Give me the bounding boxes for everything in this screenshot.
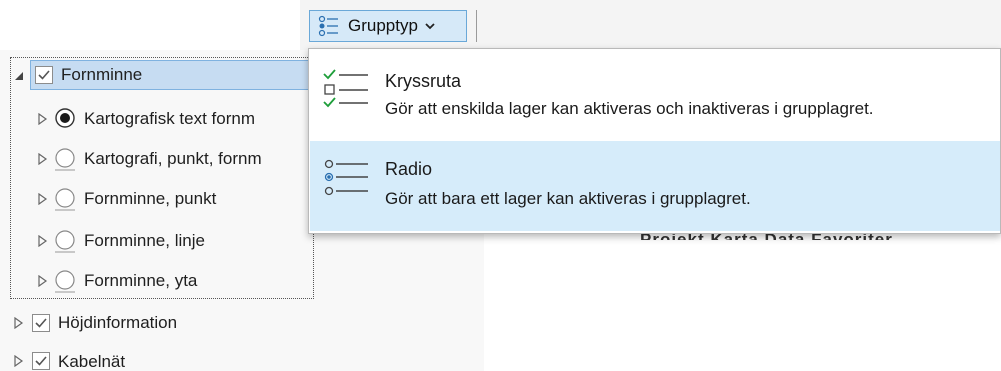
option-description: Gör att enskilda lager kan aktiveras och… xyxy=(385,99,874,118)
tree-row-label: Fornminne, punkt xyxy=(84,189,217,208)
collapsed-triangle-icon[interactable] xyxy=(36,113,48,125)
group-focus-outline xyxy=(10,57,314,299)
radio-selected-icon[interactable] xyxy=(54,106,76,132)
tree-row-label: Kartografi, punkt, fornm xyxy=(84,149,262,168)
tree-row-hojdinformation[interactable]: Höjdinformation xyxy=(12,308,312,338)
ribbon-separator xyxy=(476,10,477,42)
tree-row-label: Fornminne, linje xyxy=(84,231,205,250)
checkbox-list-icon xyxy=(323,69,368,108)
collapsed-triangle-icon[interactable] xyxy=(12,317,24,329)
option-title: Kryssruta xyxy=(385,71,462,91)
tree-row-fornminne[interactable]: Fornminne xyxy=(15,60,312,90)
tree-row-kartografisk-text[interactable]: Kartografisk text fornm xyxy=(36,104,312,134)
expanded-triangle-icon[interactable] xyxy=(13,70,25,82)
collapsed-triangle-icon[interactable] xyxy=(36,193,48,205)
checkbox-checked-icon[interactable] xyxy=(32,352,50,370)
option-kryssruta[interactable]: Kryssruta Gör att enskilda lager kan akt… xyxy=(310,57,1000,139)
group-type-icon xyxy=(318,15,338,37)
tree-row-fornminne-linje[interactable]: Fornminne, linje xyxy=(36,226,312,256)
radio-empty-icon[interactable] xyxy=(54,268,76,294)
grupptyp-label: Grupptyp xyxy=(348,16,418,35)
collapsed-triangle-icon[interactable] xyxy=(36,235,48,247)
tree-row-label: Höjdinformation xyxy=(58,313,178,332)
tree-row-label: Fornminne, yta xyxy=(84,271,198,290)
collapsed-triangle-icon[interactable] xyxy=(36,275,48,287)
collapsed-triangle-icon[interactable] xyxy=(36,153,48,165)
tree-row-fornminne-punkt[interactable]: Fornminne, punkt xyxy=(36,184,312,214)
option-description: Gör att bara ett lager kan aktiveras i g… xyxy=(385,189,751,208)
tree-row-label: Kartografisk text fornm xyxy=(84,109,256,128)
radio-empty-icon[interactable] xyxy=(54,228,76,254)
radio-empty-icon[interactable] xyxy=(54,146,76,172)
collapsed-triangle-icon[interactable] xyxy=(12,355,24,367)
tree-row-label: Kabelnät xyxy=(58,352,126,371)
grupptyp-dropdown-menu: Kryssruta Gör att enskilda lager kan akt… xyxy=(308,48,1001,234)
tree-row-label: Fornminne xyxy=(61,65,143,84)
grupptyp-dropdown-button[interactable]: Grupptyp xyxy=(309,10,467,42)
tree-row-fornminne-yta[interactable]: Fornminne, yta xyxy=(36,266,312,296)
chevron-down-icon xyxy=(425,23,435,30)
checkbox-checked-icon[interactable] xyxy=(32,314,50,332)
checkbox-checked-icon[interactable] xyxy=(35,66,53,84)
radio-list-icon xyxy=(324,159,368,196)
tree-row-kartografi-punkt[interactable]: Kartografi, punkt, fornm xyxy=(36,144,312,174)
radio-empty-icon[interactable] xyxy=(54,186,76,212)
tree-row-kabelnat[interactable]: Kabelnät xyxy=(12,348,312,371)
option-title: Radio xyxy=(385,159,433,179)
option-radio[interactable]: Radio Gör att bara ett lager kan aktiver… xyxy=(310,141,1000,231)
